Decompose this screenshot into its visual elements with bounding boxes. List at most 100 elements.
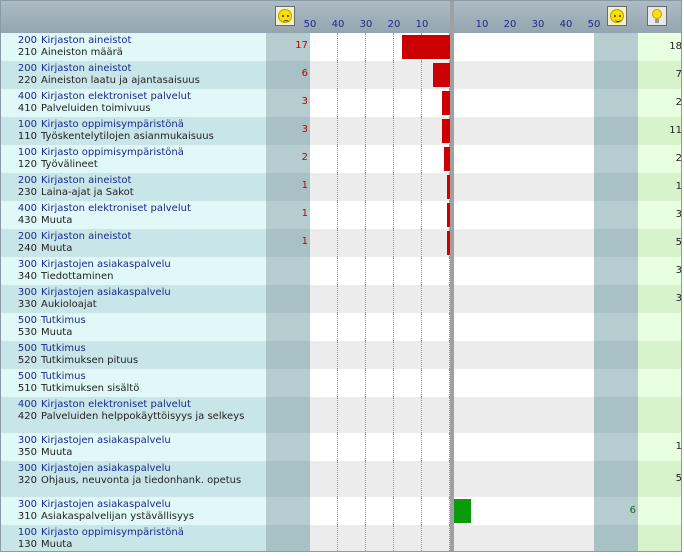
- negative-count-cell: 1: [266, 173, 310, 201]
- gridline: [393, 497, 394, 525]
- positive-count-cell: 6: [594, 497, 638, 525]
- subcategory-name: Aukioloajat: [41, 299, 97, 310]
- negative-bar-area: [310, 313, 450, 341]
- row-label: 300 Kirjastojen asiakaspalvelu 340 Tiedotta…: [1, 257, 266, 285]
- gridline: [365, 341, 366, 369]
- ideas-count-cell: 3: [638, 257, 682, 285]
- gridline: [337, 173, 338, 201]
- subcategory-code: 350: [17, 447, 37, 458]
- positive-count-cell: [594, 33, 638, 61]
- gridline: [393, 433, 394, 461]
- subcategory-name: Palveluiden toimivuus: [41, 103, 151, 114]
- subcategory-code: 510: [17, 383, 37, 394]
- subcategory-code: 210: [17, 47, 37, 58]
- gridline: [421, 89, 422, 117]
- positive-bar-area: [454, 497, 594, 525]
- positive-count-cell: [594, 341, 638, 369]
- gridline: [337, 397, 338, 433]
- gridline: [421, 525, 422, 551]
- negative-bar-area: [310, 145, 450, 173]
- negative-count: 6: [301, 68, 308, 79]
- negative-count-cell: [266, 369, 310, 397]
- row-label: 300 Kirjastojen asiakaspalvelu 350 Muuta: [1, 433, 266, 461]
- gridline: [337, 257, 338, 285]
- negative-count: 1: [301, 236, 308, 247]
- table-row: 500 Tutkimus 520 Tutkimuksen pituus: [1, 341, 681, 369]
- ideas-count-cell: 1: [638, 433, 682, 461]
- table-row: 300 Kirjastojen asiakaspalvelu 350 Muuta 1: [1, 433, 682, 461]
- positive-bar-area: [454, 117, 594, 145]
- subcategory-name: Työvälineet: [41, 159, 98, 170]
- gridline: [365, 145, 366, 173]
- subcategory-name: Tutkimuksen pituus: [41, 355, 139, 366]
- ideas-count-cell: 5: [638, 229, 681, 257]
- gridline: [337, 33, 338, 61]
- category-code: 300: [17, 435, 37, 446]
- subcategory-code: 410: [17, 103, 37, 114]
- positive-count-cell: [594, 173, 638, 201]
- gridline: [393, 89, 394, 117]
- happy-face-icon: [607, 6, 627, 26]
- subcategory-name: Laina-ajat ja Sakot: [41, 187, 134, 198]
- subcategory-name: Muuta: [41, 327, 73, 338]
- gridline: [337, 433, 338, 461]
- subcategory-name: Aineiston laatu ja ajantasaisuus: [41, 75, 200, 86]
- table-row: 500 Tutkimus 530 Muuta: [1, 313, 681, 341]
- subcategory-code: 310: [17, 511, 37, 522]
- table-row: 100 Kirjasto oppimisympäristönä 120 Työväli…: [1, 145, 681, 173]
- positive-bar-area: [454, 33, 594, 61]
- positive-bar-area: [454, 461, 594, 497]
- subcategory-name: Muuta: [41, 215, 73, 226]
- gridline: [421, 201, 422, 229]
- negative-bar-area: [310, 525, 450, 551]
- positive-bar-area: [454, 173, 594, 201]
- gridline: [365, 117, 366, 145]
- negative-count-cell: [266, 433, 310, 461]
- ideas-count: 1: [675, 441, 682, 452]
- negative-bar-area: [310, 433, 450, 461]
- row-label: 300 Kirjastojen asiakaspalvelu 310 Asiakasp…: [1, 497, 266, 525]
- table-row: 300 Kirjastojen asiakaspalvelu 330 Aukioloa…: [1, 285, 681, 313]
- positive-count-cell: [594, 201, 638, 229]
- gridline: [337, 525, 338, 551]
- positive-bar-area: [454, 229, 594, 257]
- positive-bar-area: [454, 397, 594, 433]
- category-name: Kirjaston aineistot: [41, 175, 132, 186]
- category-name: Kirjasto oppimisympäristönä: [41, 147, 184, 158]
- gridline: [393, 145, 394, 173]
- negative-count: 3: [301, 124, 308, 135]
- gridline: [393, 61, 394, 89]
- positive-bar-area: [454, 257, 594, 285]
- sad-face-icon: [275, 6, 295, 26]
- row-label: 500 Tutkimus 520 Tutkimuksen pituus: [1, 341, 266, 369]
- row-label: 400 Kirjaston elektroniset palvelut 420 Pal…: [1, 397, 266, 433]
- positive-count-cell: [594, 117, 638, 145]
- negative-bar-area: [310, 89, 450, 117]
- negative-bar-area: [310, 397, 450, 433]
- category-name: Kirjastojen asiakaspalvelu: [41, 287, 171, 298]
- ideas-count: 3: [675, 265, 682, 276]
- ideas-count-cell: [638, 313, 681, 341]
- category-code: 200: [17, 175, 37, 186]
- gridline: [393, 285, 394, 313]
- positive-bar-area: [454, 369, 594, 397]
- ideas-count-cell: 3: [638, 201, 681, 229]
- subcategory-code: 520: [17, 355, 37, 366]
- row-label: 200 Kirjaston aineistot 230 Laina-ajat ja S…: [1, 173, 266, 201]
- subcategory-name: Työskentelytilojen asianmukaisuus: [41, 131, 214, 142]
- gridline: [365, 285, 366, 313]
- positive-bar-area: [454, 433, 594, 461]
- subcategory-name: Aineiston määrä: [41, 47, 123, 58]
- table-row: 300 Kirjastojen asiakaspalvelu 320 Ohjaus, …: [1, 461, 681, 497]
- gridline: [393, 201, 394, 229]
- category-code: 200: [17, 231, 37, 242]
- gridline: [337, 117, 338, 145]
- positive-bar-area: [454, 313, 594, 341]
- category-name: Kirjastojen asiakaspalvelu: [41, 435, 171, 446]
- positive-count: 6: [629, 505, 636, 516]
- table-row: 200 Kirjaston aineistot 240 Muuta 1 5: [1, 229, 681, 257]
- negative-count-cell: [266, 285, 310, 313]
- ideas-count-cell: 3: [638, 285, 681, 313]
- category-code: 200: [17, 35, 37, 46]
- negative-bar-area: [310, 61, 450, 89]
